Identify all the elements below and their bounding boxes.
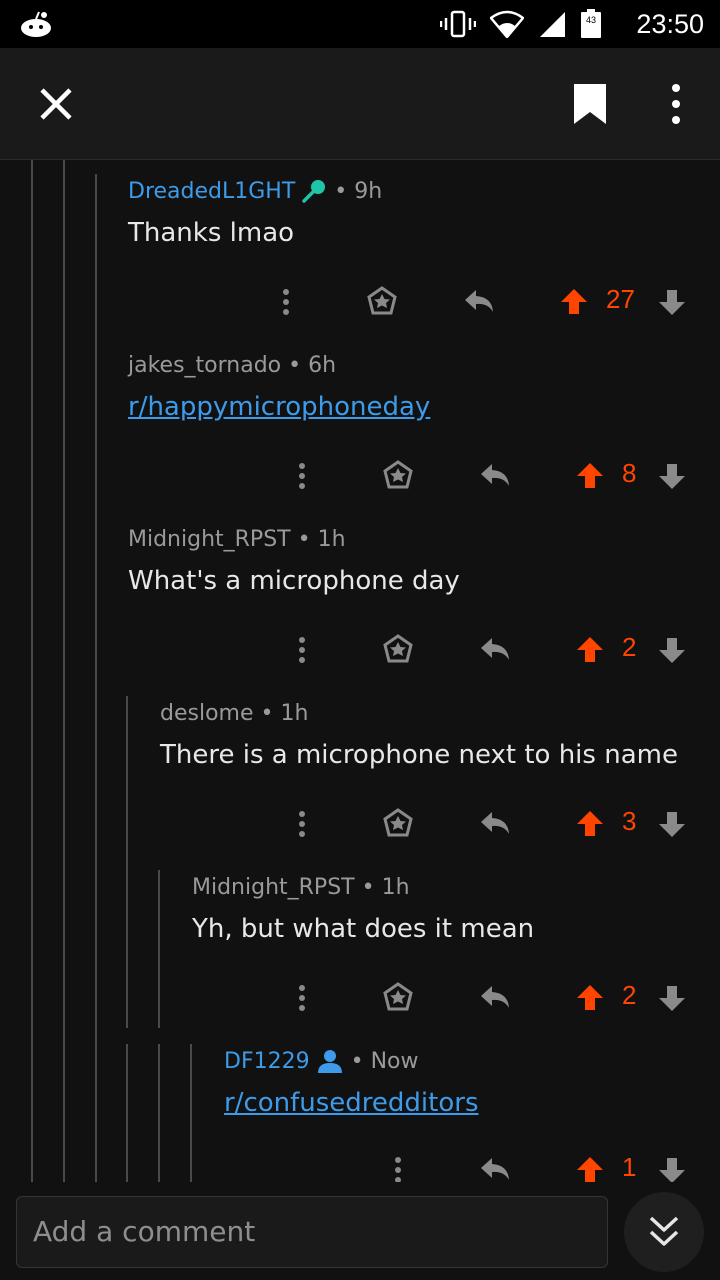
separator-dot: • (361, 874, 375, 900)
comment: Midnight_RPST • 1h Yh, but what does it … (192, 872, 708, 948)
award-icon[interactable] (366, 280, 398, 324)
comment-meta: deslome • 1h (160, 698, 708, 728)
award-icon[interactable] (382, 976, 414, 1020)
reply-icon[interactable] (478, 454, 512, 498)
comment-meta: DreadedL1GHT • 9h (128, 176, 708, 206)
comment: DF1229 • Now r/confusedredditors (224, 1046, 708, 1122)
comment-score: 2 (622, 632, 637, 662)
comment-actions: 8 (0, 454, 720, 498)
vibrate-icon (440, 10, 476, 38)
comment-score: 27 (606, 284, 635, 314)
comment-actions: 2 (0, 976, 720, 1020)
post-toolbar (0, 48, 720, 160)
separator-dot: • (288, 352, 302, 378)
downvote-icon[interactable] (658, 802, 686, 846)
comment: deslome • 1h There is a microphone next … (160, 698, 708, 774)
separator-dot: • (297, 526, 311, 552)
comment-author[interactable]: deslome (160, 701, 254, 726)
comment: Midnight_RPST • 1h What's a microphone d… (128, 524, 708, 600)
comment-body-link[interactable]: r/happymicrophoneday (128, 392, 708, 426)
microphone-icon (302, 180, 326, 203)
reddit-app-icon (21, 11, 51, 37)
clock: 23:50 (636, 9, 704, 39)
more-vertical-icon[interactable] (656, 82, 696, 126)
comment-time: 6h (308, 352, 337, 378)
more-options-icon[interactable] (290, 454, 314, 498)
comment-thread: DreadedL1GHT • 9h Thanks lmao 27 jakes_t… (0, 160, 720, 1182)
separator-dot: • (334, 178, 348, 204)
comment-meta: Midnight_RPST • 1h (192, 872, 708, 902)
comment-time: 1h (381, 874, 410, 900)
comment-meta: Midnight_RPST • 1h (128, 524, 708, 554)
comment-actions: 1 (0, 1148, 720, 1182)
comment-meta: DF1229 • Now (224, 1046, 708, 1076)
comment-time: Now (370, 1048, 419, 1074)
comment-author[interactable]: jakes_tornado (128, 353, 281, 378)
downvote-icon[interactable] (658, 628, 686, 672)
comment-time: 1h (280, 700, 309, 726)
reply-icon[interactable] (478, 628, 512, 672)
comment: DreadedL1GHT • 9h Thanks lmao (128, 176, 708, 252)
downvote-icon[interactable] (658, 976, 686, 1020)
upvote-icon[interactable] (576, 454, 604, 498)
double-chevron-down-icon (649, 1216, 679, 1246)
add-comment-input[interactable]: Add a comment (16, 1196, 608, 1268)
comment-actions: 3 (0, 802, 720, 846)
comment-time: 9h (354, 178, 383, 204)
reply-icon[interactable] (478, 802, 512, 846)
upvote-icon[interactable] (576, 802, 604, 846)
status-icons: 43 (440, 9, 602, 38)
more-options-icon[interactable] (386, 1148, 410, 1182)
comment-actions: 27 (0, 280, 720, 324)
separator-dot: • (350, 1048, 364, 1074)
comment-score: 8 (622, 458, 637, 488)
comment-score: 1 (622, 1152, 637, 1182)
reply-icon[interactable] (478, 976, 512, 1020)
comment-body: There is a microphone next to his name (160, 740, 678, 770)
award-icon[interactable] (382, 454, 414, 498)
status-bar: 43 23:50 (0, 0, 720, 48)
upvote-icon[interactable] (576, 976, 604, 1020)
downvote-icon[interactable] (658, 280, 686, 324)
comment-author[interactable]: Midnight_RPST (128, 527, 291, 552)
signal-icon (540, 12, 565, 37)
close-icon[interactable] (34, 82, 78, 126)
comment-composer: Add a comment (0, 1182, 720, 1280)
more-options-icon[interactable] (290, 976, 314, 1020)
comment-body: Yh, but what does it mean (192, 914, 535, 944)
comment-score: 2 (622, 980, 637, 1010)
comment-body-link[interactable]: r/confusedredditors (224, 1088, 708, 1122)
upvote-icon[interactable] (576, 628, 604, 672)
comment: jakes_tornado • 6h r/happymicrophoneday (128, 350, 708, 426)
comment-meta: jakes_tornado • 6h (128, 350, 708, 380)
wifi-icon (490, 10, 524, 38)
op-user-icon (317, 1050, 342, 1073)
more-options-icon[interactable] (290, 802, 314, 846)
downvote-icon[interactable] (658, 1148, 686, 1182)
award-icon[interactable] (382, 628, 414, 672)
more-options-icon[interactable] (290, 628, 314, 672)
comment-author[interactable]: DreadedL1GHT (128, 179, 295, 204)
battery-icon: 43 (581, 9, 601, 38)
thread-line[interactable] (95, 174, 97, 1182)
more-options-icon[interactable] (274, 280, 298, 324)
comment-body: Thanks lmao (128, 218, 295, 248)
svg-text:43: 43 (586, 15, 596, 25)
comment-body: What's a microphone day (128, 566, 460, 596)
downvote-icon[interactable] (658, 454, 686, 498)
reply-icon[interactable] (462, 280, 496, 324)
separator-dot: • (260, 700, 274, 726)
comment-time: 1h (317, 526, 346, 552)
next-comment-button[interactable] (624, 1192, 704, 1272)
upvote-icon[interactable] (576, 1148, 604, 1182)
bookmark-icon[interactable] (570, 82, 610, 126)
comment-author[interactable]: DF1229 (224, 1049, 310, 1074)
comment-score: 3 (622, 806, 637, 836)
comment-author[interactable]: Midnight_RPST (192, 875, 355, 900)
upvote-icon[interactable] (560, 280, 588, 324)
comment-actions: 2 (0, 628, 720, 672)
award-icon[interactable] (382, 802, 414, 846)
reply-icon[interactable] (478, 1148, 512, 1182)
